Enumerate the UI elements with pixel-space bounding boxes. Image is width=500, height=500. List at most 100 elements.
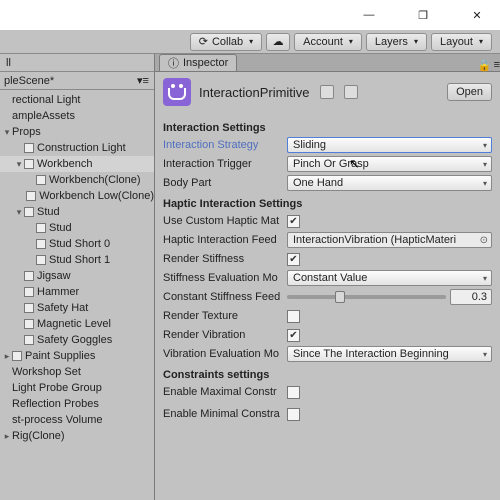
gameobject-icon <box>24 271 34 281</box>
open-script-button[interactable]: Open <box>447 83 492 101</box>
cloud-icon: ☁ <box>273 35 284 48</box>
collab-button[interactable]: ⟳ Collab ▾ <box>190 33 262 51</box>
hierarchy-item-label: Safety Hat <box>37 302 88 314</box>
hierarchy-item[interactable]: Magnetic Level <box>0 316 154 332</box>
window-minimize-button[interactable]: — <box>354 3 384 27</box>
hierarchy-item[interactable]: ▾Props <box>0 124 154 140</box>
gameobject-icon <box>36 223 46 233</box>
hierarchy-item-label: Workbench <box>37 158 92 170</box>
component-header: InteractionPrimitive Open <box>155 72 500 112</box>
foldout-icon[interactable]: ▾ <box>14 159 24 170</box>
hierarchy-item[interactable]: Construction Light <box>0 140 154 156</box>
chevron-down-icon: ▾ <box>349 37 353 46</box>
window-close-button[interactable]: ✕ <box>462 3 492 27</box>
hierarchy-item[interactable]: Safety Goggles <box>0 332 154 348</box>
dropdown-strategy[interactable]: Sliding <box>287 137 492 153</box>
foldout-icon[interactable]: ▾ <box>14 207 24 218</box>
hierarchy-item[interactable]: ▾ Workbench <box>0 156 154 172</box>
hierarchy-item-label: Stud <box>37 206 60 218</box>
numbox-const-stiff[interactable]: 0.3 <box>450 289 492 305</box>
hierarchy-item[interactable]: Jigsaw <box>0 268 154 284</box>
chevron-down-icon: ▾ <box>414 37 418 46</box>
gameobject-icon <box>24 159 34 169</box>
chevron-down-icon: ▾ <box>249 37 253 46</box>
dropdown-stiff-mode[interactable]: Constant Value <box>287 270 492 286</box>
checkbox-render-stiffness[interactable] <box>287 253 300 266</box>
hierarchy-item-label: Stud Short 1 <box>49 254 110 266</box>
hierarchy-item[interactable]: Stud Short 1 <box>0 252 154 268</box>
value-const-stiff: 0.3 <box>472 291 487 303</box>
collab-icon: ⟳ <box>199 35 208 48</box>
gameobject-icon <box>24 319 34 329</box>
dropdown-trigger[interactable]: Pinch Or Grasp <box>287 156 492 172</box>
dropdown-vib-mode[interactable]: Since The Interaction Beginning <box>287 346 492 362</box>
foldout-icon[interactable]: ▾ <box>2 127 12 138</box>
collab-label: Collab <box>212 36 243 48</box>
hierarchy-item[interactable]: ▸Rig(Clone) <box>0 428 154 444</box>
label-trigger: Interaction Trigger <box>163 158 287 170</box>
hierarchy-item[interactable]: Stud Short 0 <box>0 236 154 252</box>
dropdown-bodypart[interactable]: One Hand <box>287 175 492 191</box>
hierarchy-item[interactable]: Workbench(Clone) <box>0 172 154 188</box>
hierarchy-item[interactable]: Stud <box>0 220 154 236</box>
hierarchy-item-label: Light Probe Group <box>12 382 102 394</box>
hierarchy-item[interactable]: st-process Volume <box>0 412 154 428</box>
hierarchy-item[interactable]: Safety Hat <box>0 300 154 316</box>
hierarchy-tree: rectional LightampleAssets▾PropsConstruc… <box>0 90 154 446</box>
layout-button[interactable]: Layout ▾ <box>431 33 492 51</box>
checkbox-render-vibration[interactable] <box>287 329 300 342</box>
hierarchy-item-label: st-process Volume <box>12 414 102 426</box>
scene-context-menu-button[interactable]: ▾≡ <box>136 74 150 88</box>
lock-icon[interactable]: 🔒 <box>478 59 490 71</box>
hierarchy-item[interactable]: ampleAssets <box>0 108 154 124</box>
checkbox-custom-mat[interactable] <box>287 215 300 228</box>
inspector-tab-bar: ⓘ Inspector 🔒 ≡ <box>155 54 500 72</box>
hierarchy-item[interactable]: Workshop Set <box>0 364 154 380</box>
gameobject-icon <box>24 287 34 297</box>
value-trigger: Pinch Or Grasp <box>293 158 369 170</box>
hierarchy-item[interactable]: Light Probe Group <box>0 380 154 396</box>
slider-thumb[interactable] <box>335 291 345 303</box>
value-feed: InteractionVibration (HapticMateri <box>293 234 456 246</box>
hierarchy-item[interactable]: rectional Light <box>0 92 154 108</box>
scene-name: pleScene* <box>4 75 54 87</box>
checkbox-enable-min[interactable] <box>287 408 300 421</box>
label-stiff-mode: Stiffness Evaluation Mo <box>163 272 287 284</box>
hierarchy-item-label: Workbench(Clone) <box>49 174 141 186</box>
hierarchy-item[interactable]: Reflection Probes <box>0 396 154 412</box>
slider-const-stiff[interactable] <box>287 295 446 299</box>
label-const-stiff: Constant Stiffness Feed <box>163 291 287 303</box>
inspector-tab[interactable]: ⓘ Inspector <box>159 54 237 71</box>
inspector-tab-label: Inspector <box>183 57 228 69</box>
account-button[interactable]: Account ▾ <box>294 33 362 51</box>
checkbox-enable-max[interactable] <box>287 386 300 399</box>
scene-header[interactable]: pleScene* ▾≡ <box>0 72 154 90</box>
label-render-texture: Render Texture <box>163 310 287 322</box>
layers-button[interactable]: Layers ▾ <box>366 33 427 51</box>
checkbox-render-texture[interactable] <box>287 310 300 323</box>
window-maximize-button[interactable]: ❐ <box>408 3 438 27</box>
value-bodypart: One Hand <box>293 177 343 189</box>
foldout-icon[interactable]: ▸ <box>2 431 12 442</box>
gameobject-icon <box>24 207 34 217</box>
value-stiff-mode: Constant Value <box>293 272 367 284</box>
objectfield-feed[interactable]: InteractionVibration (HapticMateri <box>287 232 492 248</box>
preset-icon[interactable] <box>344 85 358 99</box>
hierarchy-item[interactable]: Hammer <box>0 284 154 300</box>
hierarchy-item[interactable]: Workbench Low(Clone) <box>0 188 154 204</box>
hierarchy-item-label: Stud <box>49 222 72 234</box>
inspector-context-menu-button[interactable]: ≡ <box>494 59 500 71</box>
hierarchy-item-label: ampleAssets <box>12 110 75 122</box>
reference-icon[interactable] <box>320 85 334 99</box>
hierarchy-item[interactable]: ▸Paint Supplies <box>0 348 154 364</box>
label-vib-mode: Vibration Evaluation Mo <box>163 348 287 360</box>
foldout-icon[interactable]: ▸ <box>2 351 12 362</box>
inspector-body: Interaction Settings Interaction Strateg… <box>155 112 500 428</box>
section-interaction: Interaction Settings <box>163 122 492 134</box>
hierarchy-item-label: Props <box>12 126 41 138</box>
gameobject-icon <box>24 143 34 153</box>
hierarchy-tab[interactable]: ll <box>0 54 154 72</box>
cloud-button[interactable]: ☁ <box>266 33 290 51</box>
hierarchy-item[interactable]: ▾ Stud <box>0 204 154 220</box>
layout-label: Layout <box>440 36 473 48</box>
